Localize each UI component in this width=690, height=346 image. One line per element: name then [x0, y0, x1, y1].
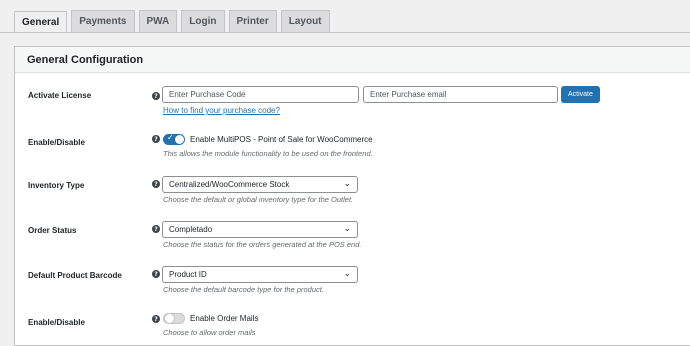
mails-help-icon[interactable]: ? [152, 315, 160, 323]
order-status-help-icon[interactable]: ? [152, 225, 160, 233]
enable-multipos-label: Enable MultiPOS - Point of Sale for WooC… [190, 135, 373, 144]
chevron-down-icon: ⌄ [343, 224, 351, 234]
enable-multipos-toggle[interactable]: ✓ [163, 133, 185, 145]
order-status-value: Completado [169, 225, 213, 234]
license-label: Activate License [28, 91, 92, 100]
tab-payments[interactable]: Payments [71, 10, 135, 32]
toggle-knob [175, 135, 184, 144]
order-status-select[interactable]: Completado ⌄ [162, 221, 358, 238]
enable-order-mails-label: Enable Order Mails [190, 314, 259, 323]
barcode-label: Default Product Barcode [28, 271, 122, 280]
license-help-icon[interactable]: ? [152, 92, 160, 100]
mails-label: Enable/Disable [28, 318, 85, 327]
tab-general[interactable]: General [14, 11, 68, 33]
purchase-code-input[interactable]: Enter Purchase Code [162, 86, 359, 103]
tabs-divider [0, 32, 690, 33]
chevron-down-icon: ⌄ [343, 269, 351, 279]
toggle-knob [165, 314, 174, 323]
enable-label: Enable/Disable [28, 138, 85, 147]
tab-login[interactable]: Login [181, 10, 225, 32]
barcode-select[interactable]: Product ID ⌄ [162, 266, 358, 283]
order-status-description: Choose the status for the orders generat… [163, 240, 362, 249]
general-configuration-panel: General Configuration Activate License ?… [14, 46, 690, 346]
inventory-description: Choose the default or global inventory t… [163, 195, 354, 204]
order-status-label: Order Status [28, 226, 77, 235]
inventory-help-icon[interactable]: ? [152, 180, 160, 188]
enable-help-icon[interactable]: ? [152, 135, 160, 143]
inventory-type-value: Centralized/WooCommerce Stock [169, 180, 290, 189]
barcode-help-icon[interactable]: ? [152, 270, 160, 278]
inventory-label: Inventory Type [28, 181, 85, 190]
mails-description: Choose to allow order mails [163, 328, 256, 337]
tab-printer[interactable]: Printer [228, 10, 277, 32]
enable-order-mails-toggle[interactable] [163, 313, 185, 324]
purchase-email-input[interactable]: Enter Purchase email [363, 86, 558, 103]
settings-tabs: General Payments PWA Login Printer Layou… [14, 10, 330, 33]
enable-description: This allows the module functionality to … [163, 149, 373, 158]
barcode-value: Product ID [169, 270, 207, 279]
inventory-type-select[interactable]: Centralized/WooCommerce Stock ⌄ [162, 176, 358, 193]
purchase-code-help-link[interactable]: How to find your purchase code? [163, 106, 280, 115]
chevron-down-icon: ⌄ [343, 179, 351, 189]
check-icon: ✓ [167, 133, 174, 142]
barcode-description: Choose the default barcode type for the … [163, 285, 324, 294]
section-title: General Configuration [15, 47, 690, 73]
tab-pwa[interactable]: PWA [138, 10, 178, 32]
activate-button[interactable]: Activate [561, 86, 600, 103]
tab-layout[interactable]: Layout [280, 10, 330, 32]
